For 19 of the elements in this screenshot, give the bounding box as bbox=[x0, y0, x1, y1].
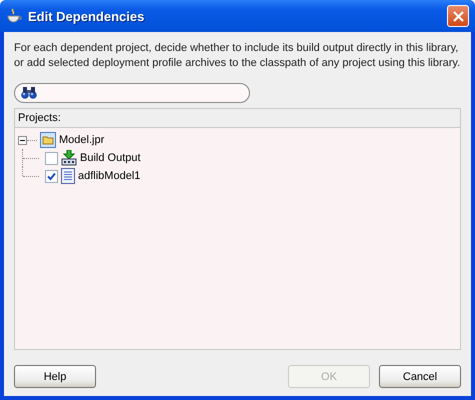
projects-label: Projects: bbox=[18, 112, 61, 124]
collapse-toggle[interactable] bbox=[18, 136, 27, 144]
tree-item[interactable]: Build Output bbox=[80, 152, 141, 164]
dialog-button[interactable]: Help bbox=[14, 365, 96, 388]
tree-item[interactable]: adflibModel1 bbox=[78, 170, 140, 182]
dialog-button[interactable]: Cancel bbox=[379, 365, 461, 388]
search-field[interactable] bbox=[14, 83, 250, 103]
window-title: Edit Dependencies bbox=[28, 8, 146, 24]
checkbox[interactable] bbox=[45, 170, 58, 182]
binoculars-icon bbox=[21, 86, 37, 100]
close-icon bbox=[452, 10, 464, 22]
checkbox[interactable] bbox=[45, 152, 58, 164]
close-button[interactable] bbox=[447, 5, 469, 27]
tree-item[interactable]: Model.jpr bbox=[59, 134, 104, 146]
description-text: For each dependent project, decide whether to include its build output directly in this library, or add selected deployment profile archives to the classpath of any project using this library. bbox=[14, 41, 461, 71]
folder-icon bbox=[40, 132, 56, 148]
build-output-icon bbox=[61, 150, 77, 166]
document-icon bbox=[61, 168, 75, 184]
cup-icon bbox=[6, 8, 22, 24]
